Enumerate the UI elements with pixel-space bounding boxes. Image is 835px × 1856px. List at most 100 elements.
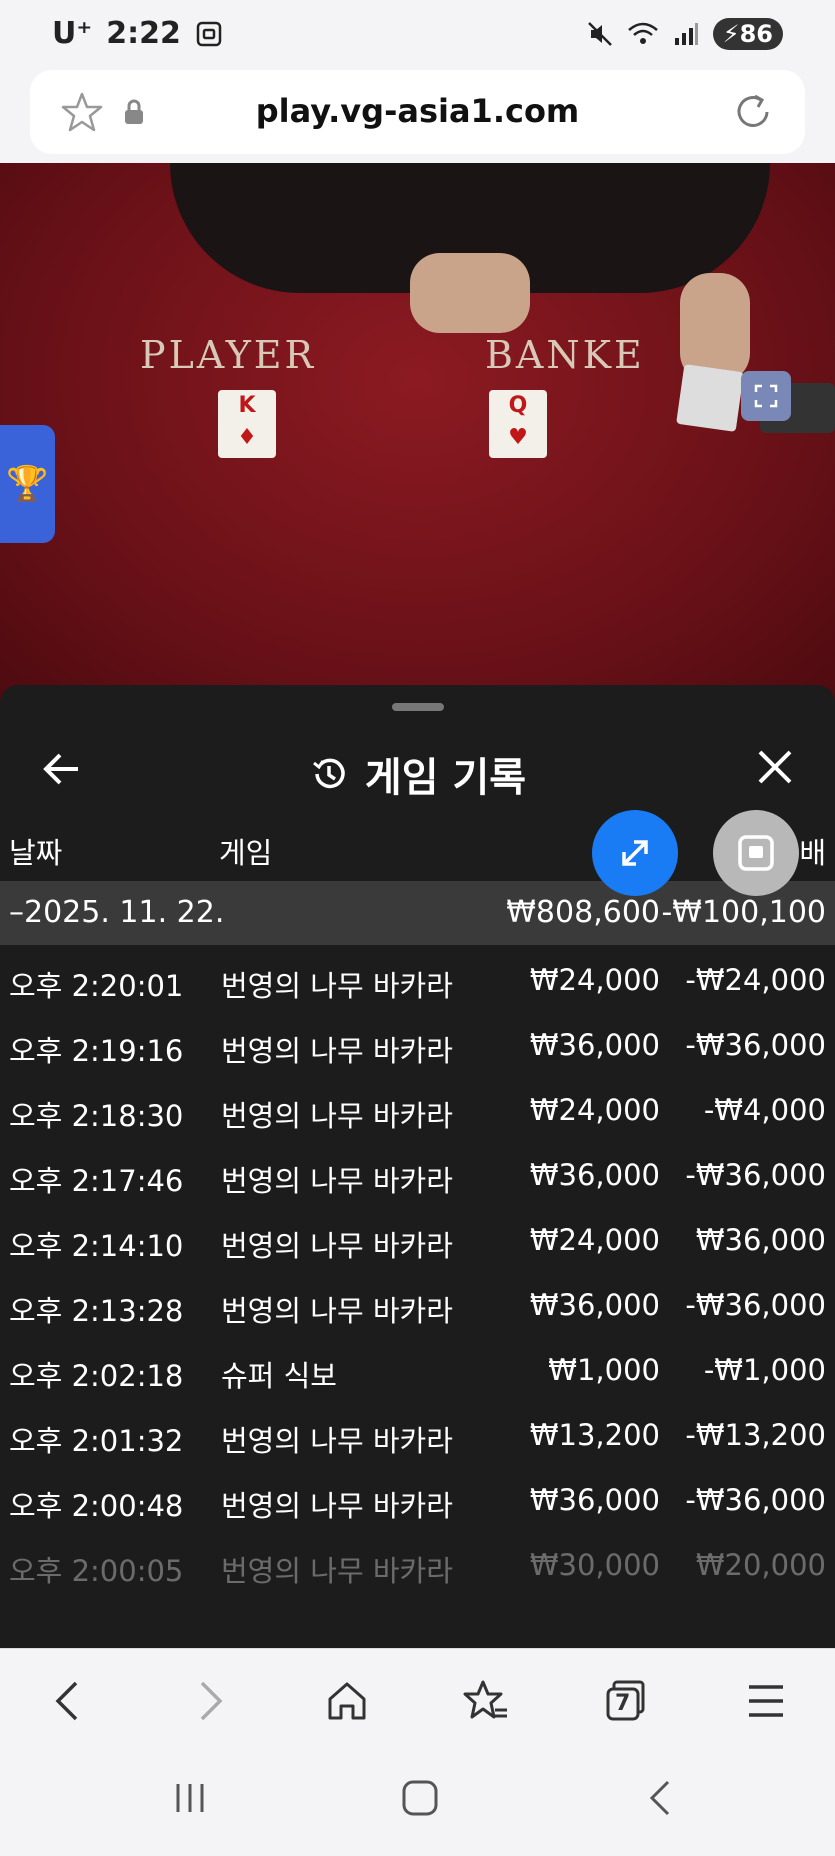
row-time: 오후 2:00:48 [9, 1489, 184, 1523]
row-bet: ₩13,200 [529, 1418, 660, 1452]
game-history-sheet: 게임 기록 날짜 게임 배 –2025. 11. 22. ₩808,600 -₩… [0, 685, 835, 1648]
row-bet: ₩30,000 [529, 1548, 660, 1582]
row-game: 번영의 나무 바카라 [221, 1294, 453, 1328]
live-game-video: PLAYER BANKE K ♦ Q ♥ 🏆 [0, 163, 835, 703]
recent-apps-icon[interactable] [170, 1778, 210, 1818]
home-icon[interactable] [325, 1679, 369, 1723]
fullscreen-button[interactable] [741, 371, 791, 421]
close-icon[interactable] [755, 747, 795, 787]
status-bar: U⁺ 2:22 ⚡86 [0, 0, 835, 68]
drag-handle[interactable] [392, 703, 444, 711]
browser-bottom-nav: 7 [0, 1648, 835, 1752]
pip-float-button[interactable] [713, 810, 799, 896]
history-row[interactable]: 오후 2:01:32 번영의 나무 바카라 ₩13,200 -₩13,200 [0, 1404, 835, 1469]
banker-card: Q ♥ [489, 390, 547, 458]
bookmarks-icon[interactable] [463, 1679, 509, 1723]
reload-icon[interactable] [731, 90, 775, 134]
banker-card-suit: ♥ [508, 425, 528, 450]
player-card-suit: ♦ [237, 425, 257, 450]
row-time: 오후 2:14:10 [9, 1229, 184, 1263]
wifi-icon [627, 22, 658, 44]
row-time: 오후 2:13:28 [9, 1294, 184, 1328]
banker-label: BANKE [485, 333, 645, 377]
player-card: K ♦ [218, 390, 276, 458]
player-label: PLAYER [140, 333, 317, 377]
expand-float-button[interactable] [592, 810, 678, 896]
row-result: ₩20,000 [695, 1548, 826, 1582]
picture-in-picture-icon [738, 835, 774, 871]
history-row[interactable]: 오후 2:14:10 번영의 나무 바카라 ₩24,000 ₩36,000 [0, 1209, 835, 1274]
trophy-icon: 🏆 [6, 464, 49, 504]
row-game: 번영의 나무 바카라 [221, 1489, 453, 1523]
tabs-button[interactable]: 7 [604, 1679, 648, 1723]
history-icon [312, 758, 345, 789]
back-icon[interactable] [48, 1679, 88, 1723]
history-row[interactable]: 오후 2:13:28 번영의 나무 바카라 ₩36,000 -₩36,000 [0, 1274, 835, 1339]
history-row[interactable]: 오후 2:00:05 번영의 나무 바카라 ₩30,000 ₩20,000 [0, 1534, 835, 1599]
forward-icon[interactable] [190, 1679, 230, 1723]
screenshot-icon [196, 21, 222, 46]
row-result: -₩36,000 [685, 1028, 826, 1062]
row-result: ₩36,000 [695, 1223, 826, 1257]
player-card-rank: K [238, 393, 256, 418]
date-group-row[interactable]: –2025. 11. 22. ₩808,600 -₩100,100 [0, 881, 835, 945]
row-game: 번영의 나무 바카라 [221, 1554, 453, 1588]
fullscreen-icon [754, 384, 778, 408]
history-row[interactable]: 오후 2:17:46 번영의 나무 바카라 ₩36,000 -₩36,000 [0, 1144, 835, 1209]
row-time: 오후 2:19:16 [9, 1034, 184, 1068]
history-row[interactable]: 오후 2:02:18 슈퍼 식보 ₩1,000 -₩1,000 [0, 1339, 835, 1404]
row-game: 번영의 나무 바카라 [221, 1424, 453, 1458]
system-nav-bar [0, 1752, 835, 1856]
row-game: 슈퍼 식보 [221, 1359, 337, 1393]
column-header-game[interactable]: 게임 [219, 830, 272, 872]
row-bet: ₩1,000 [548, 1353, 660, 1387]
column-header-payout[interactable]: 배 [799, 830, 826, 872]
dealer-left-hand [410, 253, 530, 333]
history-row[interactable]: 오후 2:19:16 번영의 나무 바카라 ₩36,000 -₩36,000 [0, 1014, 835, 1079]
menu-icon[interactable] [746, 1679, 786, 1723]
sheet-header: 게임 기록 [0, 725, 835, 815]
system-back-icon[interactable] [640, 1778, 680, 1818]
row-bet: ₩36,000 [529, 1028, 660, 1062]
row-result: -₩36,000 [685, 1158, 826, 1192]
row-time: 오후 2:20:01 [9, 969, 184, 1003]
row-bet: ₩36,000 [529, 1288, 660, 1322]
trophy-tab[interactable]: 🏆 [0, 425, 55, 543]
carrier-label: U⁺ [52, 16, 93, 51]
row-bet: ₩24,000 [529, 1093, 660, 1127]
row-result: -₩1,000 [703, 1353, 826, 1387]
row-time: 오후 2:02:18 [9, 1359, 184, 1393]
column-header-date[interactable]: 날짜 [9, 830, 62, 872]
row-game: 번영의 나무 바카라 [221, 1099, 453, 1133]
tab-count: 7 [615, 1691, 631, 1716]
row-result: -₩36,000 [685, 1483, 826, 1517]
row-bet: ₩36,000 [529, 1483, 660, 1517]
history-row[interactable]: 오후 2:00:48 번영의 나무 바카라 ₩36,000 -₩36,000 [0, 1469, 835, 1534]
row-result: -₩36,000 [685, 1288, 826, 1322]
row-time: 오후 2:17:46 [9, 1164, 184, 1198]
system-home-icon[interactable] [400, 1778, 440, 1818]
signal-icon [674, 23, 698, 45]
row-bet: ₩24,000 [529, 963, 660, 997]
url-text[interactable]: play.vg-asia1.com [30, 92, 805, 130]
row-result: -₩13,200 [685, 1418, 826, 1452]
banker-card-rank: Q [508, 393, 528, 418]
row-time: 오후 2:00:05 [9, 1554, 184, 1588]
history-row[interactable]: 오후 2:20:01 번영의 나무 바카라 ₩24,000 -₩24,000 [0, 949, 835, 1014]
row-bet: ₩24,000 [529, 1223, 660, 1257]
row-game: 번영의 나무 바카라 [221, 1229, 453, 1263]
group-result-total: -₩100,100 [661, 895, 826, 930]
history-row[interactable]: 오후 2:18:30 번영의 나무 바카라 ₩24,000 -₩4,000 [0, 1079, 835, 1144]
group-date: –2025. 11. 22. [9, 895, 225, 930]
clock: 2:22 [106, 16, 181, 51]
address-bar[interactable]: play.vg-asia1.com [30, 70, 805, 154]
dealt-card [676, 364, 744, 432]
row-result: -₩4,000 [703, 1093, 826, 1127]
row-result: -₩24,000 [685, 963, 826, 997]
sheet-title: 게임 기록 [364, 755, 527, 801]
battery-indicator: ⚡86 [712, 18, 783, 50]
row-game: 번영의 나무 바카라 [221, 1164, 453, 1198]
row-bet: ₩36,000 [529, 1158, 660, 1192]
row-time: 오후 2:18:30 [9, 1099, 184, 1133]
mute-icon [587, 22, 612, 46]
